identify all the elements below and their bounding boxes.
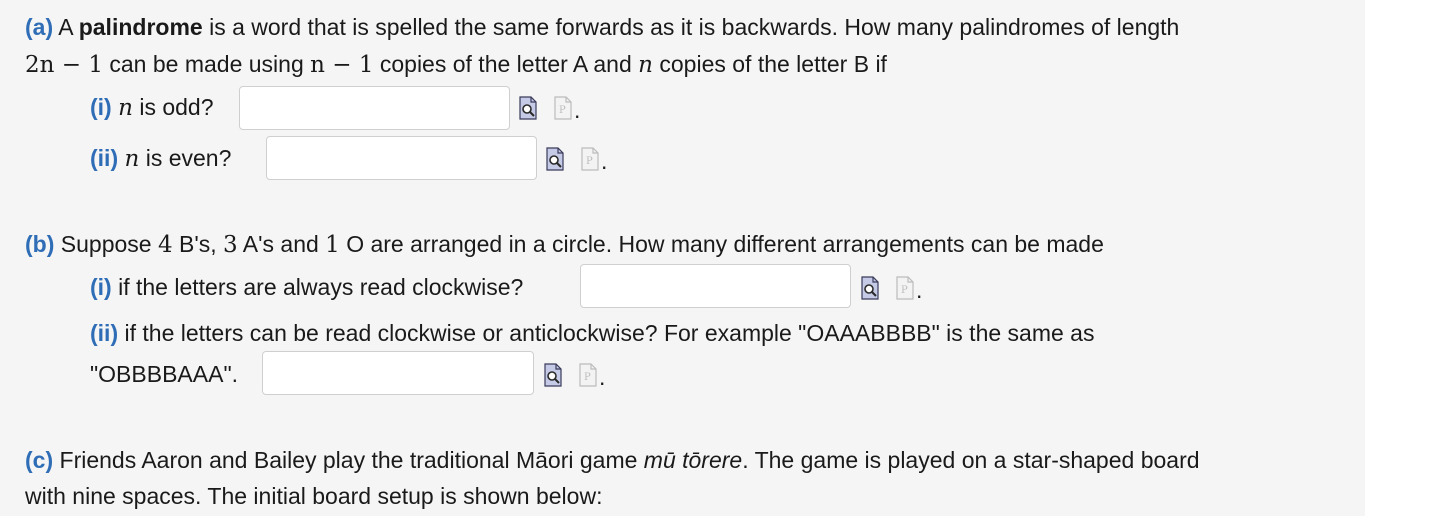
svg-text:P: P xyxy=(584,372,591,383)
part-a-i-question: (i) n is odd? xyxy=(90,94,214,121)
part-a-label: (a) xyxy=(25,14,54,40)
math-expr-2n-1: 2n − 1 xyxy=(25,52,103,78)
paste-icon[interactable]: P xyxy=(580,147,600,171)
part-b-i-question: (i) if the letters are always read clock… xyxy=(90,274,524,300)
answer-input-a-i[interactable] xyxy=(239,86,510,130)
preview-icon[interactable] xyxy=(518,96,538,120)
paste-icon[interactable]: P xyxy=(578,363,598,387)
svg-text:P: P xyxy=(901,285,908,296)
answer-input-a-ii[interactable] xyxy=(266,136,537,180)
svg-text:P: P xyxy=(559,105,566,116)
svg-text:P: P xyxy=(586,156,593,167)
paste-icon[interactable]: P xyxy=(553,96,573,120)
part-a-intro-line2: 2n − 1 can be made using n − 1 copies of… xyxy=(25,51,887,78)
preview-icon[interactable] xyxy=(545,147,565,171)
palindrome-term: palindrome xyxy=(78,14,203,40)
part-b-ii-question: (ii) if the letters can be read clockwis… xyxy=(90,320,1095,346)
part-a-intro: (a) A palindrome is a word that is spell… xyxy=(25,14,1180,40)
part-c-intro: (c) Friends Aaron and Bailey play the tr… xyxy=(25,447,1200,473)
part-a-ii-question: (ii) n is even? xyxy=(90,145,232,172)
part-b-intro: (b) Suppose 4 B's, 3 A's and 1 O are arr… xyxy=(25,231,1104,258)
answer-input-b-i[interactable] xyxy=(580,264,851,308)
preview-icon[interactable] xyxy=(860,276,880,300)
preview-icon[interactable] xyxy=(543,363,563,387)
part-c-intro-line2: with nine spaces. The initial board setu… xyxy=(25,483,603,509)
part-b-ii-question-line2: "OBBBBAAA". xyxy=(90,361,238,387)
paste-icon[interactable]: P xyxy=(895,276,915,300)
game-name: mū tōrere xyxy=(643,447,743,473)
part-b-label: (b) xyxy=(25,231,55,257)
part-c-label: (c) xyxy=(25,447,54,473)
math-expr-n-1: n − 1 xyxy=(310,52,374,78)
answer-input-b-ii[interactable] xyxy=(262,351,534,395)
